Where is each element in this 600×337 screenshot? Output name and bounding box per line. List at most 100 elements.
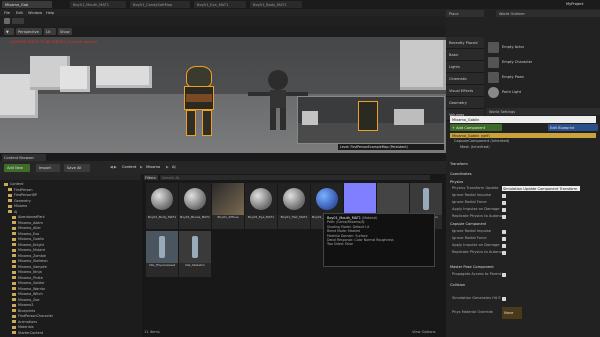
checkbox[interactable]: [502, 215, 506, 219]
folder-item[interactable]: Blueprints: [12, 309, 35, 314]
folder-item[interactable]: Mixamo_Vampire: [12, 265, 47, 270]
back-icon[interactable]: ◀ ▶: [110, 165, 117, 169]
menu-edit[interactable]: Edit: [16, 11, 23, 15]
content-browser-tab[interactable]: Content Browser: [2, 154, 46, 161]
menu-file[interactable]: File: [4, 11, 10, 15]
place-category-cinematic[interactable]: Cinematic: [446, 73, 484, 85]
add-component-button[interactable]: + Add Component: [450, 124, 502, 131]
asset-tile[interactable]: Idle_Skeleton: [179, 231, 211, 277]
menu-help[interactable]: Help: [46, 11, 54, 15]
folder-item[interactable]: Mixamo_Pirate: [12, 276, 43, 281]
place-category-geometry[interactable]: Geometry: [446, 97, 484, 109]
place-category-visual-effects[interactable]: Visual Effects: [446, 85, 484, 97]
folder-item[interactable]: Mixamo_Exo: [12, 232, 39, 237]
checkbox[interactable]: [502, 297, 506, 301]
folder-item[interactable]: Mixamo_Ninja: [12, 270, 42, 275]
place-category-lights[interactable]: Lights: [446, 61, 484, 73]
folder-item[interactable]: Mixamo: [8, 204, 27, 209]
checkbox[interactable]: [502, 230, 506, 234]
world-outliner-header[interactable]: World Outliner: [496, 10, 600, 17]
viewport-menu-button[interactable]: ▼: [4, 28, 14, 35]
folder-item[interactable]: Mixamo_Adam: [12, 221, 43, 226]
preview-window[interactable]: [297, 96, 445, 144]
folder-item[interactable]: AbandonedPark: [12, 215, 45, 220]
folder-item[interactable]: Materials: [12, 325, 34, 330]
level-viewport[interactable]: ▼ Perspective Lit Show LIGHTING NEEDS TO…: [0, 26, 446, 153]
component-capsule[interactable]: CapsuleComponent (Inherited): [454, 139, 509, 143]
perspective-button[interactable]: Perspective: [16, 28, 42, 35]
tab-4[interactable]: Boy01_Body_MAT1: [250, 1, 302, 8]
section-transform[interactable]: Transform: [450, 162, 468, 166]
checkbox[interactable]: [502, 208, 506, 212]
checkbox[interactable]: [502, 201, 506, 205]
component-self[interactable]: Mixamo_Goblin (self): [450, 133, 596, 138]
goblin-character[interactable]: [180, 64, 220, 138]
folder-item[interactable]: Mixamo2: [12, 303, 34, 308]
tab-3[interactable]: Boy01_Eye_MAT1: [194, 1, 246, 8]
folder-item[interactable]: Mixamo_Skeleton: [12, 259, 48, 264]
tab-0[interactable]: Mixamo_Gob: [2, 1, 52, 8]
place-item-point-light[interactable]: Point Light: [486, 86, 600, 99]
folder-item[interactable]: StarterContent: [12, 331, 43, 336]
tab-1[interactable]: Boy01_Mouth_MAT1: [70, 1, 126, 8]
add-new-button[interactable]: Add New: [4, 164, 30, 172]
section-collision[interactable]: Collision: [450, 283, 465, 287]
tab-2[interactable]: Boy01_CandySoftMap: [130, 1, 190, 8]
folder-item[interactable]: Mixamo_Soldier: [12, 281, 45, 286]
asset-tile[interactable]: Boy01_Body_MAT1: [146, 183, 178, 229]
folder-item[interactable]: Mixamo_Zoe: [12, 298, 40, 303]
checkbox[interactable]: [502, 273, 506, 277]
section-coordinates[interactable]: Coordinates: [450, 172, 472, 176]
checkbox[interactable]: [502, 237, 506, 241]
folder-item[interactable]: Mixamo_Knight: [12, 243, 44, 248]
breadcrumb-content[interactable]: Content: [122, 165, 136, 169]
folder-item[interactable]: FirstPersonCharacter: [12, 314, 53, 319]
asset-tile[interactable]: Idle_PhysicsAsset: [146, 231, 178, 277]
breadcrumb-mixamo[interactable]: Mixamo: [146, 165, 160, 169]
save-all-button[interactable]: Save All: [64, 164, 90, 172]
asset-search-input[interactable]: Search AJ: [160, 175, 430, 180]
folder-item[interactable]: Mixamo_Witch: [12, 292, 43, 297]
show-button[interactable]: Show: [58, 28, 72, 35]
folder-item[interactable]: Mixamo_Warrior: [12, 287, 45, 292]
folder-item[interactable]: Mixamo_Mutant: [12, 248, 45, 253]
tree-search[interactable]: [0, 174, 140, 180]
place-category-recent[interactable]: Recently Placed: [446, 37, 484, 49]
view-options-button[interactable]: View Options: [412, 330, 436, 334]
edit-blueprint-button[interactable]: Edit Blueprint: [548, 124, 598, 131]
folder-item[interactable]: FirstPersonBP: [8, 193, 37, 198]
section-capsule[interactable]: Capsule Component: [450, 222, 486, 226]
place-item-empty-actor[interactable]: Empty Actor: [486, 41, 600, 54]
folder-item[interactable]: Mixamo_Zombie: [12, 254, 46, 259]
checkbox[interactable]: [502, 244, 506, 248]
save-icon[interactable]: [4, 18, 10, 24]
place-category-basic[interactable]: Basic: [446, 49, 484, 61]
breadcrumb-aj[interactable]: AJ: [172, 165, 176, 169]
actor-name-field[interactable]: Mixamo_Goblin: [450, 116, 596, 123]
folder-item[interactable]: Animations: [12, 320, 37, 325]
physics-transform-dropdown[interactable]: Simulation Update Component Transform: [502, 186, 580, 191]
folder-item[interactable]: Geometry: [8, 199, 31, 204]
folder-item[interactable]: Content: [4, 182, 24, 187]
filters-button[interactable]: Filters: [144, 175, 158, 180]
folder-item[interactable]: FirstPerson: [8, 188, 33, 193]
menu-window[interactable]: Window: [28, 11, 42, 15]
asset-tile[interactable]: Boy01_Eye_MAT1: [245, 183, 277, 229]
master-pose-component[interactable]: Master Pose Component: [450, 265, 494, 269]
world-settings-tab[interactable]: World Settings: [486, 108, 600, 115]
folder-item[interactable]: Mixamo_Goblin: [12, 237, 44, 242]
place-item-empty-pawn[interactable]: Empty Pawn: [486, 71, 600, 84]
asset-tile[interactable]: Boy01_Brows_MAT1: [179, 183, 211, 229]
folder-item[interactable]: Mixamo_Alien: [12, 226, 41, 231]
level-dropdown[interactable]: [12, 18, 24, 24]
asset-tile[interactable]: Boy01_Hair_MAT1: [278, 183, 310, 229]
component-mesh[interactable]: Mesh (Inherited): [460, 145, 490, 149]
folder-item[interactable]: AJ: [8, 210, 17, 215]
import-button[interactable]: Import: [36, 164, 60, 172]
phys-material-field[interactable]: None: [502, 307, 522, 319]
asset-tile[interactable]: Boy01_diffuse: [212, 183, 244, 229]
checkbox[interactable]: [502, 251, 506, 255]
lit-button[interactable]: Lit: [44, 28, 56, 35]
checkbox[interactable]: [502, 194, 506, 198]
section-physics[interactable]: Physics: [450, 180, 463, 184]
